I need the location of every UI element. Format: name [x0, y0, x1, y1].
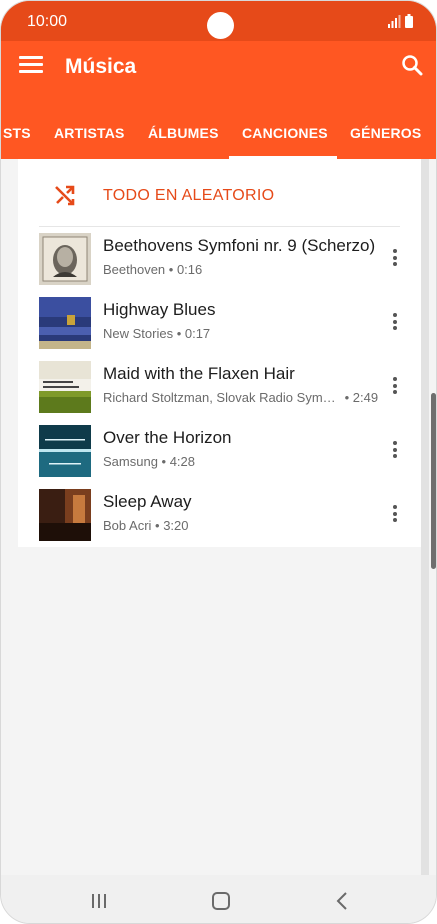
tab-artistas[interactable]: ARTISTAS [54, 125, 125, 141]
more-vert-icon[interactable] [388, 249, 402, 269]
header-block: 10:00 Música STS ARTISTAS ÁLBUMES CANCIO… [1, 1, 436, 159]
status-bar: 10:00 [1, 1, 436, 41]
song-row[interactable]: Sleep Away Bob Acri • 3:20 [18, 483, 421, 547]
album-cover [39, 489, 91, 541]
camera-cutout [207, 12, 234, 39]
app-bar: Música [1, 41, 436, 97]
song-list-card: TODO EN ALEATORIO Beethovens Symfoni nr.… [18, 159, 421, 547]
status-time: 10:00 [27, 13, 68, 30]
tab-canciones[interactable]: CANCIONES [242, 125, 328, 141]
album-cover [39, 361, 91, 413]
menu-icon[interactable] [19, 56, 43, 76]
more-vert-icon[interactable] [388, 377, 402, 397]
more-vert-icon[interactable] [388, 313, 402, 333]
song-duration: 0:16 [176, 262, 203, 277]
song-duration: 4:28 [169, 454, 196, 469]
navigation-bar [1, 875, 436, 923]
more-vert-icon[interactable] [388, 505, 402, 525]
song-meta: Beethoven • 0:16 [103, 262, 203, 277]
shuffle-icon [55, 185, 75, 206]
search-icon[interactable] [401, 54, 423, 76]
shuffle-all-button[interactable]: TODO EN ALEATORIO [18, 159, 421, 227]
signal-icon [388, 15, 401, 28]
song-meta: Richard Stoltzman, Slovak Radio Symphony… [103, 390, 379, 405]
song-row[interactable]: Maid with the Flaxen Hair Richard Stoltz… [18, 355, 421, 419]
album-cover [39, 425, 91, 477]
song-title: Maid with the Flaxen Hair [103, 364, 295, 383]
more-vert-icon[interactable] [388, 441, 402, 461]
tab-generos[interactable]: GÉNEROS [350, 125, 421, 141]
tab-albumes[interactable]: ÁLBUMES [148, 125, 219, 141]
song-meta: Samsung • 4:28 [103, 454, 196, 469]
song-row[interactable]: Over the Horizon Samsung • 4:28 [18, 419, 421, 483]
song-artist: Samsung [103, 454, 158, 469]
album-cover [39, 297, 91, 349]
scrollbar-thumb[interactable] [431, 393, 436, 569]
song-meta: Bob Acri • 3:20 [103, 518, 189, 533]
song-duration: 3:20 [163, 518, 189, 533]
tab-artists-partial[interactable]: STS [3, 125, 31, 141]
song-title: Sleep Away [103, 492, 192, 511]
song-title: Highway Blues [103, 300, 216, 319]
song-meta: New Stories • 0:17 [103, 326, 211, 341]
battery-icon [405, 14, 413, 28]
song-row[interactable]: Beethovens Symfoni nr. 9 (Scherzo) Beeth… [18, 227, 421, 291]
app-title: Música [65, 55, 137, 78]
song-title: Beethovens Symfoni nr. 9 (Scherzo) [103, 236, 376, 255]
song-title: Over the Horizon [103, 428, 232, 447]
song-duration: 0:17 [184, 326, 211, 341]
scroll-track [421, 159, 429, 875]
album-cover [39, 233, 91, 285]
phone-screen: 10:00 Música STS ARTISTAS ÁLBUMES CANCIO… [0, 0, 437, 924]
tab-bar: STS ARTISTAS ÁLBUMES CANCIONES GÉNEROS [1, 111, 436, 159]
song-artist: Richard Stoltzman, Slovak Radio Symphony… [103, 390, 341, 405]
recent-apps-icon[interactable] [90, 893, 108, 909]
song-artist: New Stories [103, 326, 174, 341]
song-duration: 2:49 [352, 390, 379, 405]
back-icon[interactable] [336, 892, 348, 910]
shuffle-label: TODO EN ALEATORIO [103, 187, 275, 204]
song-artist: Bob Acri [103, 518, 152, 533]
song-row[interactable]: Highway Blues New Stories • 0:17 [18, 291, 421, 355]
song-artist: Beethoven [103, 262, 166, 277]
home-icon[interactable] [212, 892, 230, 910]
